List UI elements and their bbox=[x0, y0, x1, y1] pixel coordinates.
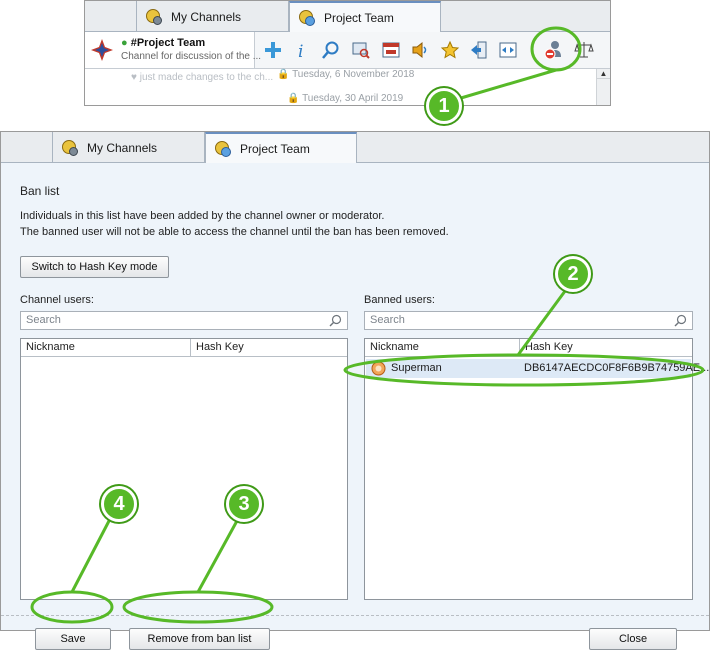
svg-text:i: i bbox=[298, 42, 303, 60]
my-channels-icon bbox=[62, 139, 78, 156]
close-button[interactable]: Close bbox=[589, 628, 677, 650]
channel-chat-icon bbox=[215, 141, 231, 157]
column-header-nickname[interactable]: Nickname bbox=[21, 339, 190, 357]
feed-message: ♥ just made changes to the ch... bbox=[131, 72, 274, 83]
channel-users-table[interactable]: Nickname Hash Key bbox=[20, 338, 348, 600]
search-placeholder: Search bbox=[26, 314, 61, 326]
description-line: Individuals in this list have been added… bbox=[20, 210, 385, 222]
inset-tab-label: My Channels bbox=[171, 9, 242, 24]
ban-user-icon[interactable] bbox=[542, 38, 566, 62]
banned-users-label: Banned users: bbox=[364, 294, 435, 306]
banned-users-table[interactable]: Nickname Hash Key Superman DB6147AECDC0F… bbox=[364, 338, 709, 600]
inset-tab-bar: My Channels Project Team bbox=[85, 1, 610, 33]
star-icon[interactable] bbox=[438, 38, 462, 62]
inset-tab-label: Project Team bbox=[324, 11, 394, 25]
inset-tab-my-channels[interactable]: My Channels bbox=[137, 1, 289, 32]
save-button[interactable]: Save bbox=[35, 628, 111, 650]
scroll-up-icon[interactable]: ▲ bbox=[597, 69, 610, 79]
channel-chat-icon bbox=[299, 10, 315, 26]
tab-project-team[interactable]: Project Team bbox=[205, 132, 357, 164]
banned-user-nickname: Superman bbox=[391, 362, 442, 374]
exit-icon[interactable] bbox=[467, 38, 491, 62]
annotation-badge: 2 bbox=[555, 256, 591, 292]
my-channels-icon bbox=[146, 8, 162, 25]
inset-tab-spacer bbox=[85, 1, 137, 32]
feed-date-separator: 🔒 Tuesday, 6 November 2018 bbox=[277, 69, 415, 80]
table-header: Nickname Hash Key bbox=[21, 339, 347, 357]
add-icon[interactable] bbox=[261, 38, 285, 62]
column-header-hash-key[interactable]: Hash Key bbox=[190, 339, 347, 357]
window-tab-spacer bbox=[1, 132, 53, 163]
ban-list-window: My Channels Project Team Ban list Indivi… bbox=[0, 131, 710, 650]
chat-search-icon[interactable] bbox=[349, 38, 373, 62]
switch-hash-key-button[interactable]: Switch to Hash Key mode bbox=[20, 256, 169, 278]
banned-user-hash-key: DB6147AECDC0F8F6B9B74759AE... bbox=[524, 362, 710, 374]
description-line: The banned user will not be able to acce… bbox=[20, 226, 449, 238]
remove-from-ban-list-button[interactable]: Remove from ban list bbox=[129, 628, 270, 650]
channel-users-search-input[interactable]: Search bbox=[20, 311, 348, 330]
speaker-icon[interactable] bbox=[408, 38, 432, 62]
channel-description: Channel for discussion of the ... bbox=[121, 51, 262, 62]
column-header-nickname[interactable]: Nickname bbox=[365, 339, 519, 357]
column-header-hash-key[interactable]: Hash Key bbox=[519, 339, 692, 357]
channel-toolbar: ● #Project Team Channel for discussion o… bbox=[85, 32, 610, 69]
annotation-badge: 1 bbox=[426, 88, 462, 124]
record-icon[interactable] bbox=[379, 38, 403, 62]
tab-label: My Channels bbox=[87, 140, 158, 155]
inset-tab-project-team[interactable]: Project Team bbox=[289, 1, 441, 33]
annotation-badge: 3 bbox=[226, 486, 262, 522]
banned-users-search-input[interactable]: Search bbox=[364, 311, 693, 330]
footer-divider bbox=[1, 615, 709, 616]
ban-list-panel: Ban list Individuals in this list have b… bbox=[1, 163, 709, 650]
annotation-badge: 4 bbox=[101, 486, 137, 522]
feed-scrollbar[interactable]: ▲ bbox=[596, 69, 610, 105]
search-icon bbox=[674, 314, 687, 327]
channel-info[interactable]: ● #Project Team Channel for discussion o… bbox=[85, 32, 261, 68]
window-tab-bar: My Channels Project Team bbox=[1, 132, 709, 164]
scales-icon[interactable] bbox=[572, 38, 596, 62]
channel-users-label: Channel users: bbox=[20, 294, 94, 306]
toolbar-zoom-inset: My Channels Project Team ● #Project Team… bbox=[84, 0, 611, 106]
page-title: Ban list bbox=[20, 184, 60, 198]
table-row[interactable]: Superman DB6147AECDC0F8F6B9B74759AE... bbox=[366, 359, 709, 378]
expand-icon[interactable] bbox=[496, 38, 520, 62]
search-icon bbox=[329, 314, 342, 327]
feed-date-separator: 🔒 Tuesday, 30 April 2019 bbox=[287, 93, 404, 104]
tab-label: Project Team bbox=[240, 142, 310, 156]
info-icon[interactable]: i bbox=[290, 38, 314, 62]
user-avatar-icon bbox=[371, 361, 386, 376]
search-placeholder: Search bbox=[370, 314, 405, 326]
tab-my-channels[interactable]: My Channels bbox=[53, 132, 205, 163]
channel-name: ● #Project Team bbox=[121, 37, 206, 49]
channel-feed: ♥ just made changes to the ch... 🔒 Tuesd… bbox=[85, 69, 610, 105]
search-icon[interactable] bbox=[319, 38, 343, 62]
channel-logo-icon bbox=[89, 37, 115, 63]
table-header: Nickname Hash Key bbox=[365, 339, 692, 357]
